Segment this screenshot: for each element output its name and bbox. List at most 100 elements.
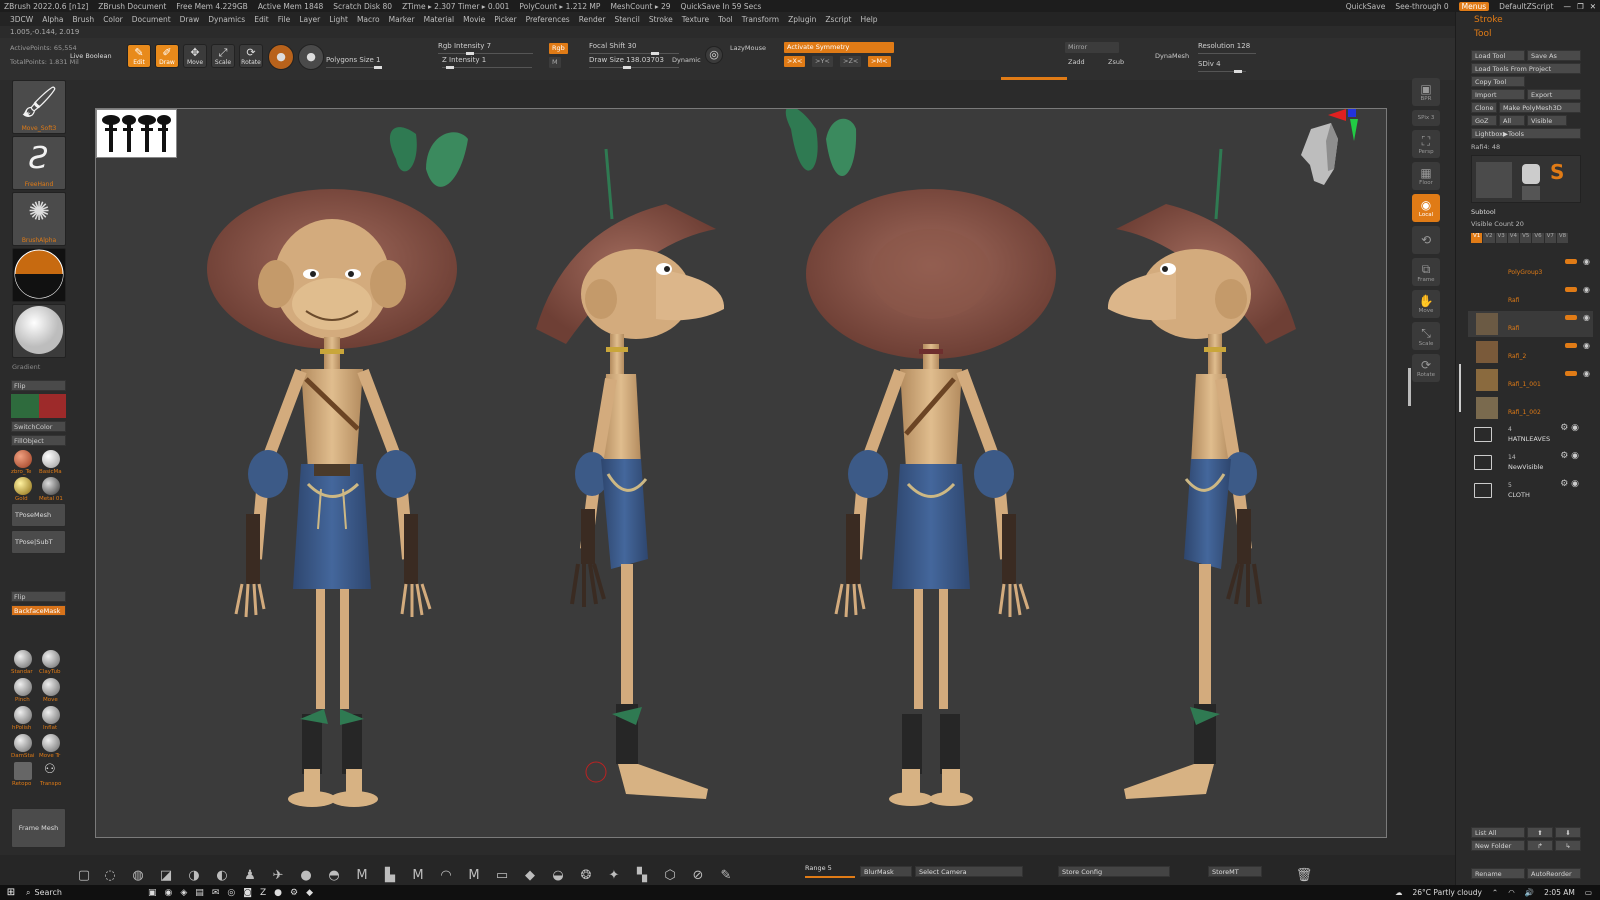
vset-tab-v4[interactable]: V4 [1507,233,1520,243]
shape-7-icon[interactable]: ▭ [492,866,512,884]
minimize-icon[interactable]: — [1563,2,1571,11]
menu-3dcw[interactable]: 3DCW [10,15,33,24]
store-config-button[interactable]: Store Config [1058,866,1170,877]
material-zbro-icon[interactable] [14,450,32,468]
clip-brush-icon[interactable]: ◪ [156,866,176,884]
draw-button[interactable]: ✐ Draw [155,44,179,68]
flip-color-button[interactable]: Flip [11,380,66,391]
shape-3-icon[interactable]: ▙ [380,866,400,884]
menu-picker[interactable]: Picker [494,15,516,24]
save-as-button[interactable]: Save As [1527,50,1581,61]
cube-icon[interactable]: ⬡ [660,866,680,884]
network-icon[interactable]: ◠ [1508,888,1515,897]
subtool-item[interactable]: Rafi ◉ [1468,283,1593,309]
default-zscript[interactable]: DefaultZScript [1499,2,1553,11]
live-boolean-button[interactable]: Live Boolean [70,52,112,60]
vset-tab-v5[interactable]: V5 [1520,233,1532,243]
menu-brush[interactable]: Brush [73,15,95,24]
rgb-intensity-slider[interactable]: Rgb Intensity 7 [438,42,533,55]
m-toggle[interactable]: M [549,57,561,68]
menu-stroke[interactable]: Stroke [649,15,673,24]
subtool-toggle[interactable] [1565,343,1577,348]
move-topological-brush-icon[interactable] [42,734,60,752]
blur-mask-button[interactable]: BlurMask [860,866,912,877]
menu-help[interactable]: Help [860,15,877,24]
gear-icon[interactable]: ⚙ ◉ [1560,423,1579,433]
slash-icon[interactable]: ⊘ [688,866,708,884]
menu-tool[interactable]: Tool [718,15,733,24]
sdiv-slider[interactable]: SDiv 4 [1198,60,1246,73]
texture-selector[interactable] [12,248,66,302]
local-button[interactable]: ◉ Local [1412,194,1440,222]
material-gold-icon[interactable] [14,477,32,495]
weather-icon[interactable]: ☁ [1395,888,1403,897]
sphere-brush-icon[interactable]: ● [296,866,316,884]
see-through-slider[interactable]: See-through 0 [1395,2,1448,11]
menu-material[interactable]: Material [424,15,454,24]
subtool-scrollbar[interactable] [1459,364,1461,412]
new-folder-button[interactable]: New Folder [1471,840,1525,851]
quicksave-button[interactable]: QuickSave [1346,2,1386,11]
eye-icon[interactable]: ◉ [1583,341,1590,350]
move-up-arrow-icon[interactable]: ⬆ [1527,827,1553,838]
app-icon[interactable]: ◆ [306,888,313,898]
shape-2-icon[interactable]: M [352,866,372,884]
symmetry-z[interactable]: >Z< [840,56,862,67]
subtool-toggle[interactable] [1565,259,1577,264]
rgb-button[interactable]: ● [298,44,324,70]
select-camera-dropdown[interactable]: Select Camera [915,866,1023,877]
frame-button[interactable]: ⧉ Frame [1412,258,1440,286]
settings-icon[interactable]: ⚙ [290,888,298,898]
menu-movie[interactable]: Movie [463,15,485,24]
clock[interactable]: 2:05 AM [1544,888,1575,897]
restore-icon[interactable]: ❐ [1577,2,1584,11]
mail-icon[interactable]: ✉ [212,888,220,898]
visible-count-slider[interactable]: Visible Count 20 [1471,220,1524,228]
shape-4-icon[interactable]: M [408,866,428,884]
activate-symmetry-button[interactable]: Activate Symmetry [784,42,894,53]
menu-stencil[interactable]: Stencil [614,15,639,24]
auto-reorder-button[interactable]: AutoReorder [1527,868,1581,879]
retopo-icon[interactable] [14,762,32,780]
edit-button[interactable]: ✎ Edit [127,44,151,68]
flip-button[interactable]: Flip [11,591,66,602]
alpha-selector[interactable]: ✺ BrushAlpha [12,192,66,246]
symmetry-x[interactable]: >X< [784,56,806,67]
stroke-palette-title[interactable]: Stroke [1474,15,1503,25]
primary-color-swatch[interactable] [38,394,66,418]
persp-button[interactable]: ⛶ Persp [1412,130,1440,158]
vset-tab-v7[interactable]: V7 [1544,233,1556,243]
weather-text[interactable]: 26°C Partly cloudy [1413,888,1482,897]
lightbox-tools-button[interactable]: Lightbox▶Tools [1471,128,1581,139]
dock-scrollbar[interactable] [1408,368,1411,406]
goz-button[interactable]: GoZ [1471,115,1497,126]
volume-icon[interactable]: 🔊 [1525,888,1534,897]
menu-draw[interactable]: Draw [180,15,200,24]
tpose-mesh-button[interactable]: TPoseMesh [11,503,66,527]
zsub-button[interactable]: Zsub [1108,58,1124,66]
inflate-brush-icon[interactable] [42,706,60,724]
menu-transform[interactable]: Transform [742,15,779,24]
smooth-brush-icon[interactable]: ◐ [212,866,232,884]
vset-tab-v1[interactable]: V1 [1471,233,1483,243]
tool-thumbnails[interactable]: S [1471,155,1581,203]
secondary-color-swatch[interactable] [11,394,39,418]
menu-document[interactable]: Document [132,15,171,24]
shape-9-icon[interactable]: ◒ [548,866,568,884]
polygons-size-slider[interactable]: Polygons Size 1 [326,56,382,69]
switch-color-button[interactable]: SwitchColor [11,421,66,432]
pen-icon[interactable]: ✎ [716,866,736,884]
subtool-toggle[interactable] [1565,315,1577,320]
photoshop-icon[interactable]: ◙ [243,888,252,898]
subtool-item[interactable]: Rafi_1_001 ◉ [1468,367,1593,393]
focal-shift-slider[interactable]: Focal Shift 30 [589,42,679,55]
resolution-slider[interactable]: Resolution 128 [1198,42,1256,54]
menu-edit[interactable]: Edit [254,15,269,24]
hpolish-brush-icon[interactable] [14,706,32,724]
move-brush-icon[interactable] [42,678,60,696]
notification-icon[interactable]: ▭ [1585,888,1592,897]
draw-size-slider[interactable]: Draw Size 138.03703 [589,56,679,69]
folder-down-icon[interactable]: ↳ [1555,840,1581,851]
mirror-button[interactable]: Mirror [1065,42,1119,53]
menu-light[interactable]: Light [329,15,348,24]
